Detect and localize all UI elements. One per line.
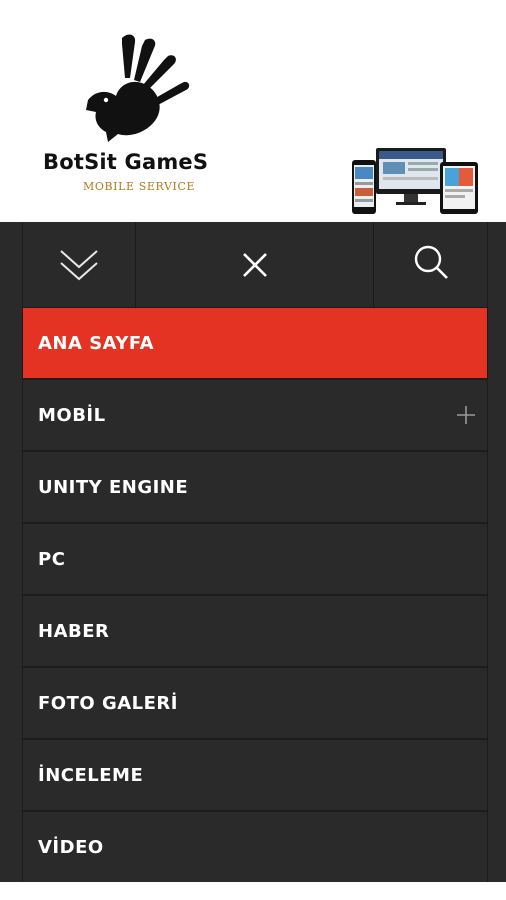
navigation-panel: ANA SAYFA MOBİL UNITY ENGINE PC HABER FO…	[0, 222, 506, 882]
menu-item-label: VİDEO	[38, 836, 104, 858]
menu-item-mobil[interactable]: MOBİL	[23, 380, 487, 452]
search-button[interactable]	[374, 222, 487, 307]
menu-item-haber[interactable]: HABER	[23, 596, 487, 668]
main-menu: ANA SAYFA MOBİL UNITY ENGINE PC HABER FO…	[23, 308, 487, 882]
menu-item-unity-engine[interactable]: UNITY ENGINE	[23, 452, 487, 524]
brand-name: BotSit GameS	[43, 150, 209, 174]
menu-item-foto-galeri[interactable]: FOTO GALERİ	[23, 668, 487, 740]
menu-item-inceleme[interactable]: İNCELEME	[23, 740, 487, 812]
menu-item-ana-sayfa[interactable]: ANA SAYFA	[23, 308, 487, 380]
bottom-strip	[0, 882, 506, 900]
search-icon	[414, 245, 448, 279]
menu-item-label: PC	[38, 548, 66, 570]
brand-subtitle: MOBILE SERVICE	[83, 180, 196, 193]
menu-item-pc[interactable]: PC	[23, 524, 487, 596]
devices-illustration-icon	[352, 148, 478, 214]
menu-item-video[interactable]: VİDEO	[23, 812, 487, 882]
close-menu-button[interactable]	[136, 222, 374, 307]
menu-item-label: HABER	[38, 620, 110, 642]
menu-item-label: ANA SAYFA	[38, 332, 155, 354]
menu-item-label: UNITY ENGINE	[38, 476, 189, 498]
menu-item-label: İNCELEME	[38, 764, 144, 786]
menu-item-label: MOBİL	[38, 404, 106, 426]
nav-toolbar	[23, 222, 487, 308]
chevron-double-down-icon	[60, 249, 98, 280]
expand-menu-button[interactable]	[23, 222, 136, 307]
plus-icon[interactable]	[457, 406, 475, 424]
navigation-frame: ANA SAYFA MOBİL UNITY ENGINE PC HABER FO…	[22, 222, 488, 882]
site-header: BotSit GameS MOBILE SERVICE	[0, 0, 506, 222]
close-icon	[242, 252, 267, 277]
menu-item-label: FOTO GALERİ	[38, 692, 178, 714]
hand-bird-logo-icon[interactable]	[78, 30, 198, 148]
